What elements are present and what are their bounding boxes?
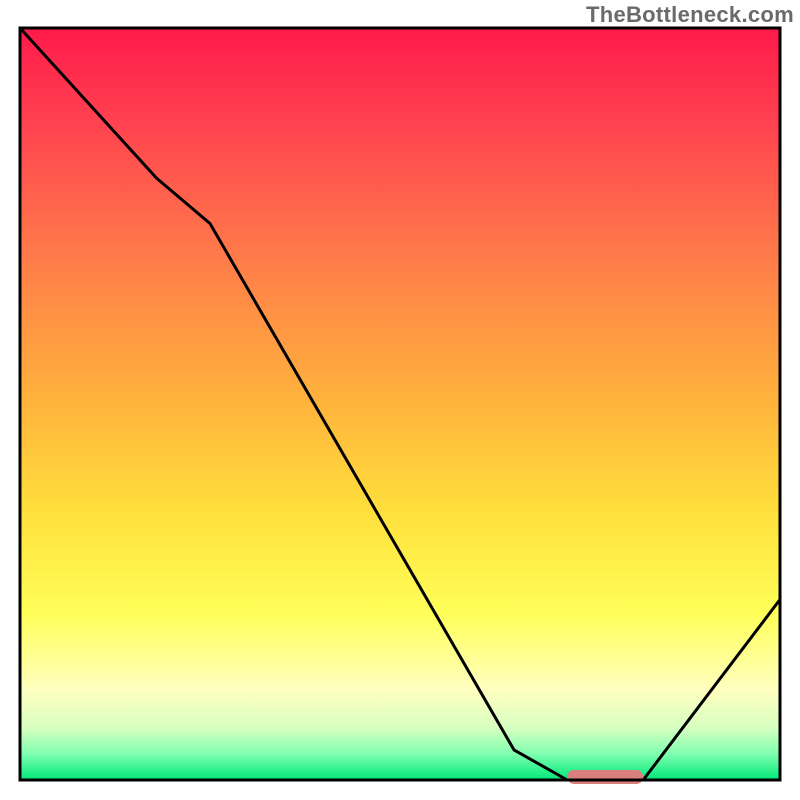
chart-container: TheBottleneck.com (0, 0, 800, 800)
bottleneck-chart (0, 0, 800, 800)
optimal-range-marker (567, 770, 643, 784)
plot-background (20, 28, 780, 780)
